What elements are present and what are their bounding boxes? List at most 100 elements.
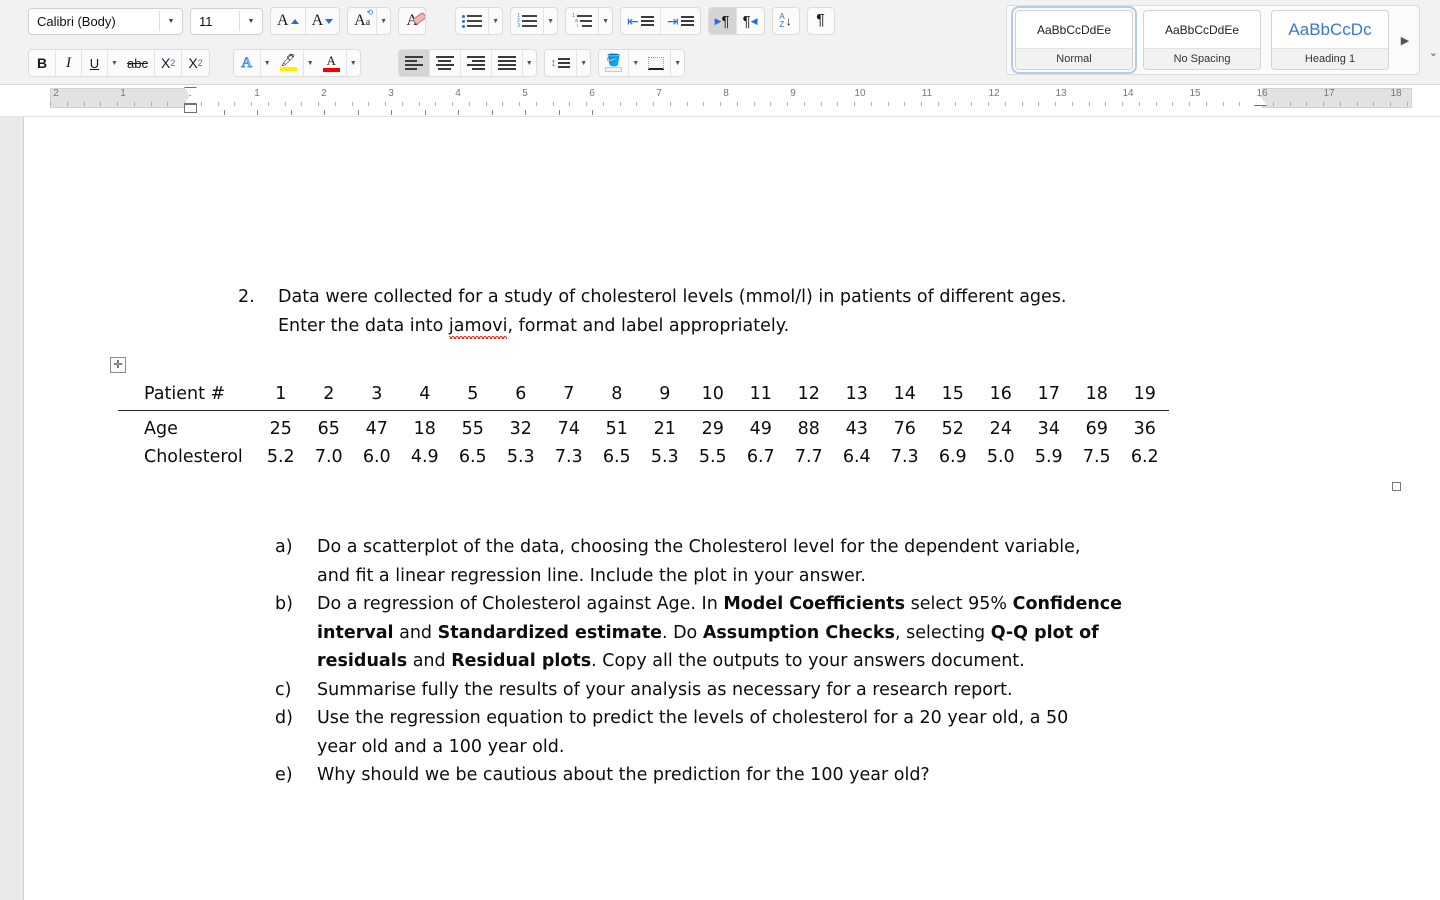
ruler-tab-stop[interactable] bbox=[324, 110, 325, 115]
table-cell[interactable]: 7.5 bbox=[1073, 443, 1121, 471]
table-cell[interactable]: 5.5 bbox=[689, 443, 737, 471]
table-cell[interactable]: 5 bbox=[448, 380, 497, 411]
table-cell[interactable]: 19 bbox=[1120, 380, 1169, 411]
align-center-button[interactable] bbox=[428, 50, 460, 76]
increase-indent-icon[interactable]: ⇥ bbox=[659, 8, 700, 34]
ruler-tab-stop[interactable] bbox=[525, 110, 526, 115]
underline-button[interactable]: U bbox=[81, 50, 107, 76]
table-cell[interactable]: 12 bbox=[784, 380, 833, 411]
ruler-tab-stop[interactable] bbox=[257, 110, 258, 115]
ruler-tab-stop[interactable] bbox=[291, 110, 292, 115]
table-cell[interactable]: 18 bbox=[401, 411, 449, 444]
table-cell[interactable]: 7.3 bbox=[881, 443, 929, 471]
table-cell[interactable]: 6.9 bbox=[929, 443, 977, 471]
table-cell[interactable]: 43 bbox=[833, 411, 881, 444]
ribbon-overflow-sliver[interactable]: ⌄ bbox=[1429, 46, 1438, 59]
table-cell[interactable]: 74 bbox=[545, 411, 593, 444]
table-row-patient[interactable]: Patient #1 2 3 4 5 6 7 8 9 10 11 12 13 14 15 16 17 18 19 bbox=[118, 380, 1169, 411]
chevron-down-icon[interactable]: ▼ bbox=[576, 50, 590, 76]
chevron-down-icon[interactable]: ▼ bbox=[240, 18, 262, 25]
table-cell[interactable]: 13 bbox=[832, 380, 881, 411]
table-cell[interactable]: 7.3 bbox=[545, 443, 593, 471]
table-cell[interactable]: 5.3 bbox=[497, 443, 545, 471]
chevron-down-icon[interactable]: ▼ bbox=[598, 8, 612, 34]
ruler-tab-stop[interactable] bbox=[358, 110, 359, 115]
left-indent-marker[interactable] bbox=[184, 104, 197, 113]
table-cell[interactable]: 10 bbox=[688, 380, 737, 411]
data-table[interactable]: Patient #1 2 3 4 5 6 7 8 9 10 11 12 13 14 15 16 17 18 19 Ag… bbox=[118, 380, 1169, 471]
table-cell[interactable]: 6.0 bbox=[353, 443, 401, 471]
chevron-down-icon[interactable]: ▼ bbox=[521, 50, 536, 76]
text-effects-icon[interactable]: A bbox=[234, 50, 260, 76]
subscript-button[interactable]: X2 bbox=[153, 50, 181, 76]
chevron-down-icon[interactable]: ▼ bbox=[543, 8, 557, 34]
styles-more-arrow-icon[interactable]: ▶ bbox=[1394, 34, 1416, 47]
table-cell[interactable]: 1 bbox=[256, 380, 305, 411]
style-card-no-spacing[interactable]: AaBbCcDdEe No Spacing bbox=[1143, 10, 1261, 70]
table-cell[interactable]: 21 bbox=[641, 411, 689, 444]
table-cell[interactable]: 11 bbox=[736, 380, 785, 411]
table-cell[interactable]: 4.9 bbox=[401, 443, 449, 471]
table-cell[interactable]: 6 bbox=[496, 380, 545, 411]
justify-button[interactable] bbox=[490, 50, 522, 76]
table-cell[interactable]: 6.5 bbox=[593, 443, 641, 471]
table-cell[interactable]: 76 bbox=[881, 411, 929, 444]
decrease-indent-icon[interactable]: ⇤ bbox=[621, 8, 660, 34]
table-cell[interactable]: 15 bbox=[928, 380, 977, 411]
table-cell[interactable]: 5.0 bbox=[977, 443, 1025, 471]
right-to-left-button[interactable]: ¶ ◀ bbox=[735, 8, 764, 34]
clear-formatting-icon[interactable]: A bbox=[399, 8, 426, 34]
ruler-tab-stop[interactable] bbox=[425, 110, 426, 115]
horizontal-ruler[interactable]: 2 1 1 2 3 4 5 6 7 8 9 10 11 12 13 14 15 16 17 18 bbox=[0, 85, 1440, 117]
table-cell[interactable]: 14 bbox=[880, 380, 929, 411]
table-cell[interactable]: 34 bbox=[1025, 411, 1073, 444]
table-cell[interactable]: 8 bbox=[592, 380, 641, 411]
show-formatting-marks-icon[interactable]: ¶ bbox=[808, 8, 834, 34]
misspelled-word[interactable]: jamovi bbox=[449, 316, 508, 336]
line-spacing-icon[interactable]: ↕ bbox=[545, 50, 577, 76]
table-cell[interactable]: 5.2 bbox=[257, 443, 305, 471]
ruler-tab-stop[interactable] bbox=[391, 110, 392, 115]
table-cell[interactable]: 55 bbox=[449, 411, 497, 444]
chevron-down-icon[interactable]: ▼ bbox=[160, 18, 182, 25]
align-right-button[interactable] bbox=[459, 50, 491, 76]
strikethrough-button[interactable]: abc bbox=[121, 50, 154, 76]
table-cell[interactable]: 9 bbox=[640, 380, 689, 411]
table-cell[interactable]: 24 bbox=[977, 411, 1025, 444]
table-cell[interactable]: 2 bbox=[304, 380, 353, 411]
chevron-down-icon[interactable]: ▼ bbox=[302, 50, 317, 76]
grow-font-button[interactable]: A bbox=[271, 8, 305, 34]
align-left-button[interactable] bbox=[398, 50, 429, 76]
table-row-age[interactable]: Age 25 65 47 18 55 32 74 51 21 29 49 88 43 76 52 24 34 69 3… bbox=[118, 411, 1169, 444]
document-page[interactable]: 2. Data were collected for a study of ch… bbox=[25, 117, 1440, 900]
table-resize-handle[interactable] bbox=[1392, 482, 1401, 491]
table-cell[interactable]: 18 bbox=[1072, 380, 1121, 411]
change-case-icon[interactable]: Aa ⟲ bbox=[348, 8, 376, 34]
table-cell[interactable]: 69 bbox=[1073, 411, 1121, 444]
table-cell[interactable]: 36 bbox=[1121, 411, 1169, 444]
sort-icon[interactable]: A Z ↓ bbox=[773, 8, 799, 34]
table-cell[interactable]: 5.3 bbox=[641, 443, 689, 471]
style-card-heading-1[interactable]: AaBbCcDc Heading 1 bbox=[1271, 10, 1389, 70]
chevron-down-icon[interactable]: ▼ bbox=[376, 8, 390, 34]
table-cell[interactable]: 7 bbox=[544, 380, 593, 411]
superscript-button[interactable]: X2 bbox=[181, 50, 208, 76]
table-cell[interactable]: 3 bbox=[352, 380, 401, 411]
table-row-cholesterol[interactable]: Cholesterol 5.2 7.0 6.0 4.9 6.5 5.3 7.3 6.5 5.3 5.… bbox=[118, 443, 1169, 471]
table-cell[interactable]: 25 bbox=[257, 411, 305, 444]
chevron-down-icon[interactable]: ▼ bbox=[670, 50, 684, 76]
multilevel-list-icon[interactable]: 1 a i bbox=[566, 8, 598, 34]
table-cell[interactable]: 7.0 bbox=[305, 443, 353, 471]
table-cell[interactable]: 4 bbox=[400, 380, 449, 411]
ruler-tab-stop[interactable] bbox=[224, 110, 225, 115]
borders-icon[interactable] bbox=[642, 50, 670, 76]
shading-icon[interactable]: 🪣 bbox=[599, 50, 628, 76]
table-cell[interactable]: 6.7 bbox=[737, 443, 785, 471]
ruler-tab-stop[interactable] bbox=[458, 110, 459, 115]
table-cell[interactable]: 6.4 bbox=[833, 443, 881, 471]
chevron-down-icon[interactable]: ▼ bbox=[107, 50, 121, 76]
table-cell[interactable]: 29 bbox=[689, 411, 737, 444]
table-cell[interactable]: 52 bbox=[929, 411, 977, 444]
table-cell[interactable]: 51 bbox=[593, 411, 641, 444]
ruler-tab-stop[interactable] bbox=[492, 110, 493, 115]
